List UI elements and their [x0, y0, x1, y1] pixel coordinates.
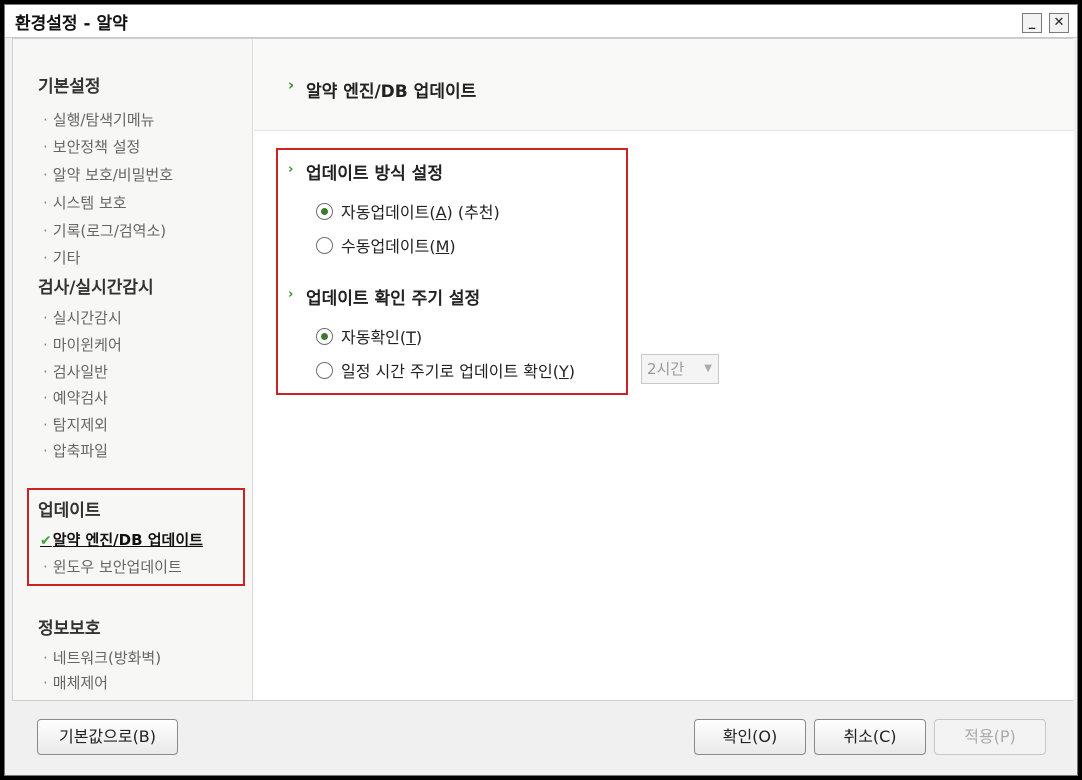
radio-button[interactable] — [316, 327, 333, 345]
sidebar-item-realtime[interactable]: · 실시간감시 — [43, 307, 122, 328]
close-button[interactable]: ✕ — [1049, 13, 1069, 33]
group-title-update-method: 업데이트 방식 설정 — [306, 164, 443, 184]
sidebar-item-engine-db-update[interactable]: ✔알약 엔진/DB 업데이트 — [40, 529, 203, 550]
sidebar-item-system-protection[interactable]: · 시스템 보호 — [43, 192, 127, 213]
window-title: 환경설정 - 알약 — [15, 14, 128, 34]
chevron-right-icon: › — [288, 162, 294, 177]
radio-button[interactable] — [316, 236, 333, 254]
page-title: 알약 엔진/DB 업데이트 — [306, 82, 477, 102]
settings-content: › 알약 엔진/DB 업데이트 › 업데이트 방식 설정 자동업데이트(A) (… — [254, 39, 1074, 700]
sidebar-item-log-quarantine[interactable]: · 기록(로그/검역소) — [43, 220, 166, 241]
minimize-button[interactable]: _ — [1022, 13, 1042, 33]
button-bar: 기본값으로(B) 확인(O) 취소(C) 적용(P) — [12, 702, 1073, 772]
checkmark-icon: ✔ — [40, 533, 52, 549]
radio-button[interactable] — [316, 202, 333, 220]
sidebar-item-windows-update[interactable]: · 윈도우 보안업데이트 — [43, 556, 182, 577]
sidebar-section-scan[interactable]: 검사/실시간감시 — [38, 273, 154, 298]
sidebar-item-scan-general[interactable]: · 검사일반 — [43, 361, 108, 382]
settings-window: 환경설정 - 알약 _ ✕ 기본설정 · 실행/탐색기메뉴 · 보안정책 설정 · 알… — [4, 4, 1078, 776]
sidebar-item-exclusions[interactable]: · 탐지제외 — [43, 414, 108, 435]
sidebar-item-firewall[interactable]: · 네트워크(방화벽) — [43, 647, 161, 668]
sidebar-section-basic[interactable]: 기본설정 — [38, 72, 101, 97]
sidebar-item-media-control[interactable]: · 매체제어 — [43, 672, 108, 693]
group-title-check-interval: 업데이트 확인 주기 설정 — [306, 289, 481, 309]
sidebar-item-protection-password[interactable]: · 알약 보호/비밀번호 — [43, 164, 173, 185]
sidebar-item-run-explorer-menu[interactable]: · 실행/탐색기메뉴 — [43, 109, 154, 130]
sidebar-section-update[interactable]: 업데이트 — [38, 496, 101, 521]
content-header: › 알약 엔진/DB 업데이트 — [254, 39, 1074, 131]
radio-auto-check[interactable]: 자동확인(T) — [316, 324, 422, 348]
restore-defaults-button[interactable]: 기본값으로(B) — [37, 719, 178, 755]
radio-auto-update[interactable]: 자동업데이트(A) (추천) — [316, 199, 500, 223]
sidebar-item-archives[interactable]: · 압축파일 — [43, 440, 108, 461]
title-bar: 환경설정 - 알약 _ ✕ — [5, 5, 1077, 38]
sidebar-item-security-policy[interactable]: · 보안정책 설정 — [43, 136, 140, 157]
ok-button[interactable]: 확인(O) — [694, 719, 806, 755]
sidebar-item-etc[interactable]: · 기타 — [43, 247, 80, 268]
chevron-right-icon: › — [288, 76, 295, 94]
chevron-down-icon: ▼ — [704, 363, 712, 374]
settings-sidebar: 기본설정 · 실행/탐색기메뉴 · 보안정책 설정 · 알약 보호/비밀번호 · 시스템… — [13, 39, 253, 700]
cancel-button[interactable]: 취소(C) — [814, 719, 926, 755]
apply-button[interactable]: 적용(P) — [934, 719, 1046, 755]
radio-button[interactable] — [316, 361, 333, 379]
interval-select[interactable]: 2시간 ▼ — [641, 354, 719, 384]
radio-manual-update[interactable]: 수동업데이트(M) — [316, 233, 456, 257]
sidebar-item-scheduled-scan[interactable]: · 예약검사 — [43, 387, 108, 408]
chevron-right-icon: › — [288, 287, 294, 302]
sidebar-item-mywincare[interactable]: · 마이윈케어 — [43, 334, 122, 355]
radio-interval-check[interactable]: 일정 시간 주기로 업데이트 확인(Y) — [316, 358, 575, 382]
settings-body: 기본설정 · 실행/탐색기메뉴 · 보안정책 설정 · 알약 보호/비밀번호 · 시스템… — [12, 38, 1074, 701]
sidebar-section-info-protection[interactable]: 정보보호 — [38, 614, 101, 639]
